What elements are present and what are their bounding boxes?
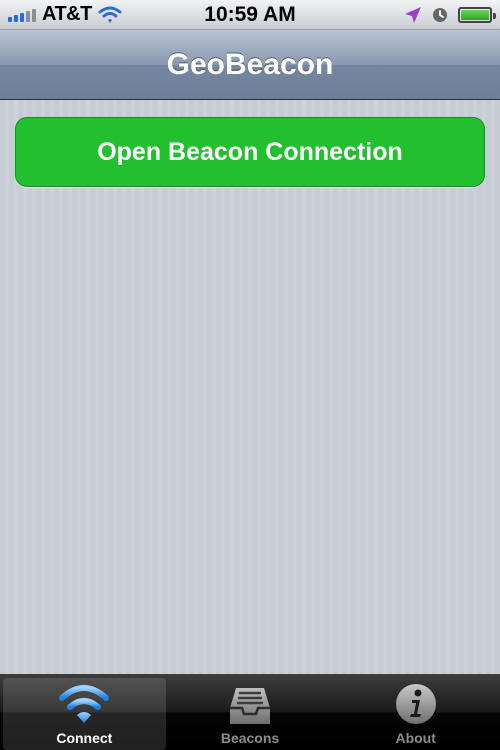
signal-bars-icon: [8, 8, 36, 22]
tab-label: Beacons: [220, 730, 280, 746]
open-beacon-connection-button[interactable]: Open Beacon Connection: [15, 117, 485, 187]
info-icon: [395, 684, 436, 724]
location-arrow-icon: [405, 6, 421, 23]
tab-label: About: [395, 730, 436, 746]
tab-beacons[interactable]: Beacons: [169, 678, 332, 750]
tab-connect[interactable]: Connect: [3, 678, 166, 750]
status-right: [404, 6, 496, 24]
battery-fill: [461, 9, 489, 20]
tab-bar: Connect Beacons About: [0, 674, 500, 750]
tab-label: Connect: [56, 730, 113, 746]
navigation-bar: GeoBeacon: [0, 30, 500, 100]
inbox-tray-icon: [230, 688, 270, 724]
wifi-icon: [59, 685, 110, 723]
tab-about[interactable]: About: [334, 678, 497, 750]
battery-icon: [458, 6, 496, 23]
clock-icon: [433, 7, 447, 22]
main-content: Open Beacon Connection: [0, 100, 500, 674]
carrier-name: AT&T: [42, 3, 92, 25]
status-left: AT&T: [8, 3, 122, 26]
page-title: GeoBeacon: [166, 47, 334, 81]
wifi-icon: [98, 6, 122, 23]
status-bar: AT&T 10:59 AM: [0, 0, 500, 30]
